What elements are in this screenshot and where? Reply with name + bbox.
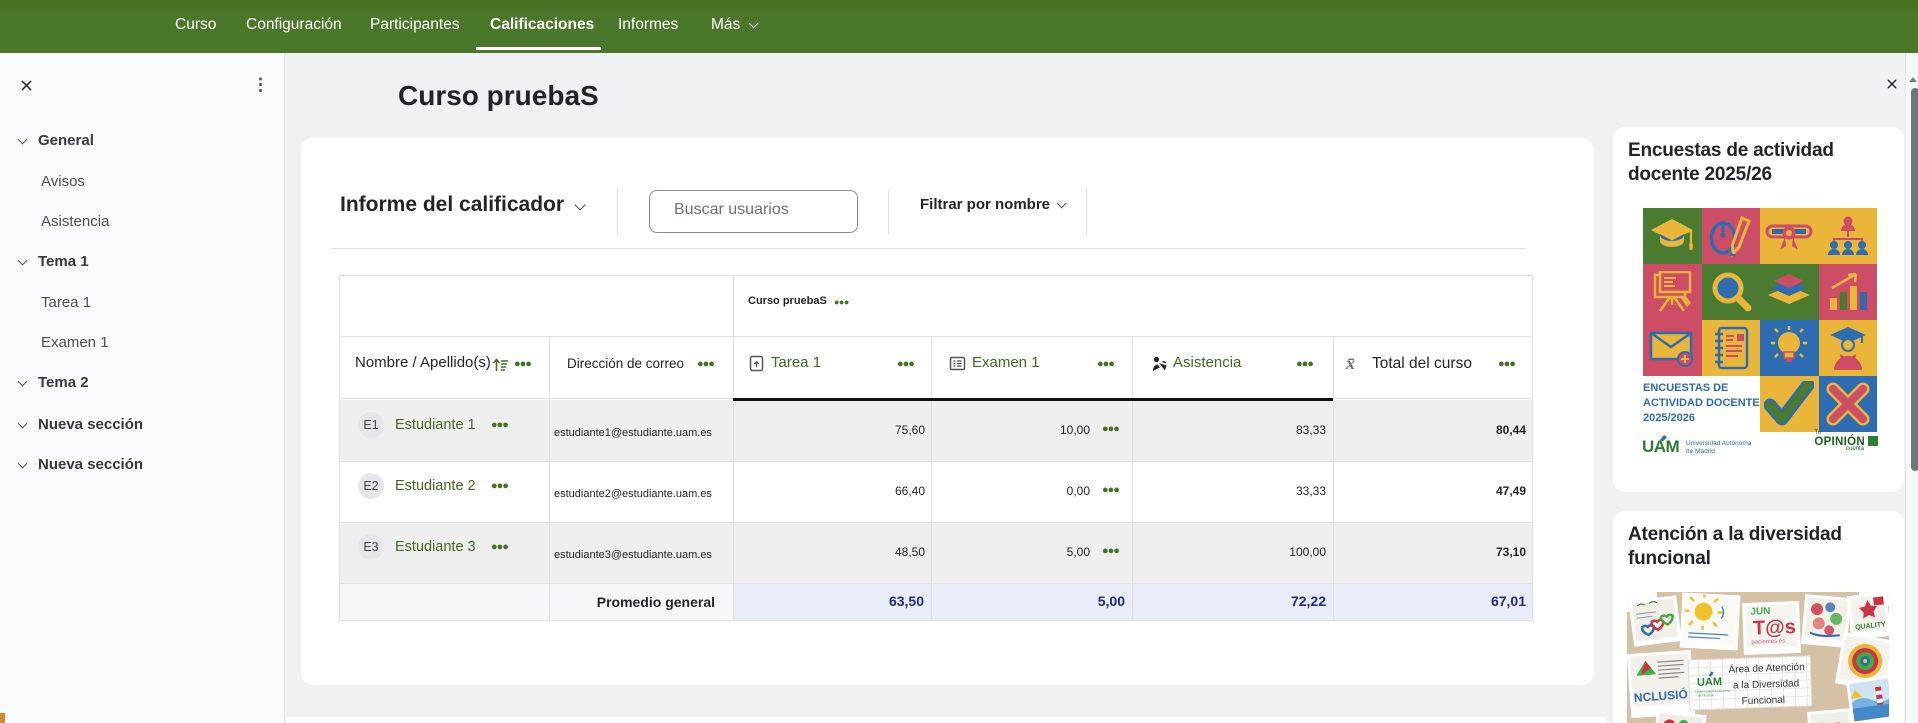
svg-text:JUN: JUN: [1750, 606, 1770, 618]
svg-text:de Madrid: de Madrid: [1697, 693, 1713, 698]
svg-text:pacientes es: pacientes es: [1751, 639, 1785, 646]
svg-text:UAM: UAM: [1697, 676, 1722, 689]
svg-text:T@s: T@s: [1753, 616, 1797, 639]
svg-text:a la Diversidad: a la Diversidad: [1733, 678, 1799, 691]
svg-text:Funcional: Funcional: [1741, 695, 1785, 708]
